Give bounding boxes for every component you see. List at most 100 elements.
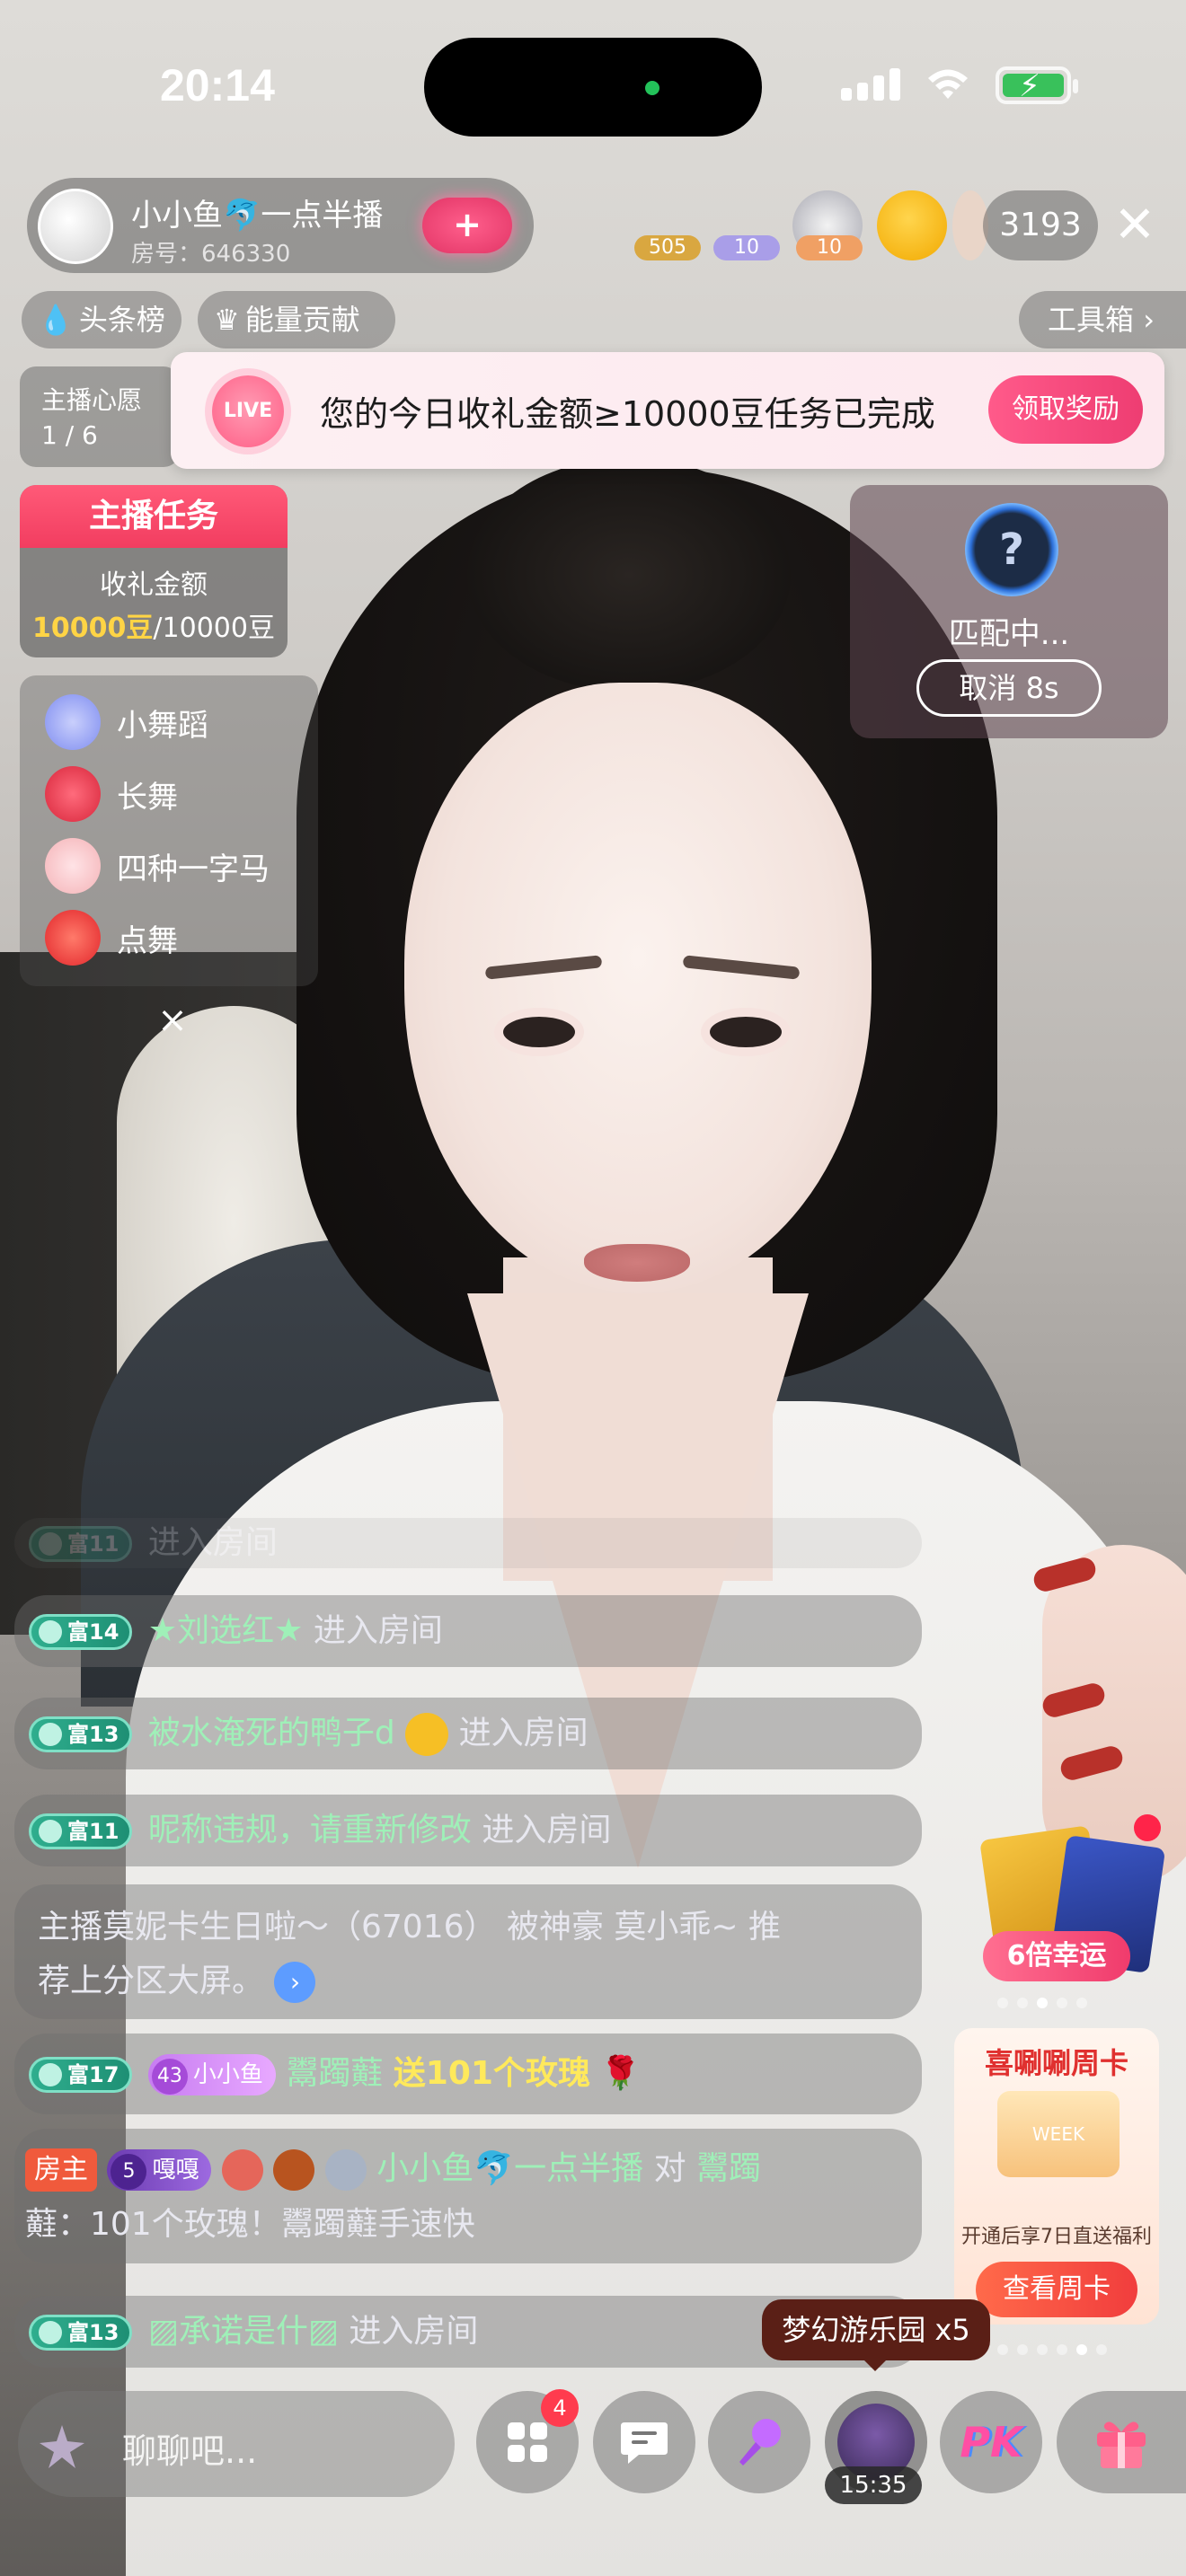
menu-notification-badge: 4 <box>541 2389 579 2427</box>
system-announcement[interactable]: 主播莫妮卡生日啦～（67016） 被神豪 莫小乖~ 推 荐上分区大屏。 › <box>14 1884 922 2019</box>
task-title: 主播任务 <box>20 485 288 548</box>
chat-text: 进入房间 <box>147 1524 278 1561</box>
matching-status: 匹配中... <box>948 616 1070 652</box>
weekly-card-desc: 开通后享7日直送福利 <box>961 2226 1152 2248</box>
wifi-icon <box>928 69 968 99</box>
anchor-avatar[interactable] <box>38 189 113 264</box>
chat-username[interactable]: ★刘选红★ <box>148 1612 304 1649</box>
question-mark-icon: ? <box>965 503 1058 596</box>
feather-wing-icon <box>40 2425 84 2468</box>
room-number: 房号：646330 <box>131 241 291 268</box>
toolbox-button[interactable]: 工具箱 › <box>1019 291 1186 348</box>
mic-button[interactable] <box>708 2391 810 2493</box>
cellular-signal-icon <box>841 68 900 101</box>
task-progress: 10000豆/10000豆 <box>20 605 288 645</box>
crown-icon: ♛ <box>214 303 240 337</box>
gift-text: 送101个玫瑰 <box>393 2055 590 2092</box>
banner-message: 您的今日收礼金额≥10000豆任务已完成 <box>320 394 935 434</box>
chat-username[interactable]: 鬻躅蘳 <box>286 2055 383 2092</box>
rich-level-badge: 富13 <box>29 1716 133 1752</box>
chat-text: 对 <box>653 2150 686 2187</box>
chat-message: 富14 ★刘选红★ 进入房间 <box>14 1595 922 1667</box>
message-icon <box>621 2422 668 2464</box>
owner-message: 房主 5 嘎嘎 小小鱼🐬一点半播 对 鬻躅 蘳：101个玫瑰！鬻躅蘳手速快 <box>14 2129 922 2263</box>
charging-bolt-icon: ⚡ <box>1019 68 1040 104</box>
task-label: 收礼金额 <box>100 569 208 601</box>
headlines-button[interactable]: 💧 头条榜 <box>22 291 181 348</box>
chat-username[interactable]: ▨承诺是什▨ <box>148 2313 339 2350</box>
camera-indicator-icon <box>645 81 659 95</box>
follow-button[interactable]: + <box>422 198 512 253</box>
chat-text: 进入房间 <box>349 2313 479 2350</box>
owner-message-line: 房主 5 嘎嘎 小小鱼🐬一点半播 对 鬻躅 <box>25 2141 911 2197</box>
pk-button[interactable]: PK <box>940 2391 1042 2493</box>
energy-contribution-button[interactable]: ♛ 能量贡献 <box>198 291 395 348</box>
viewer-avatar[interactable] <box>877 190 947 260</box>
fan-club-badge: 43 小小鱼 <box>147 2054 276 2095</box>
clock: 20:14 <box>160 60 275 110</box>
wish-title: 主播心愿 <box>41 385 143 415</box>
red-lips-icon <box>45 766 101 822</box>
rich-level-badge: 富11 <box>29 1813 133 1849</box>
dance-item[interactable]: 点舞 <box>45 909 178 966</box>
droplet-icon: 💧 <box>38 303 74 337</box>
crystal-shoe-icon <box>45 694 101 750</box>
chat-text: 进入房间 <box>313 1612 443 1649</box>
anchor-task-card[interactable]: 主播任务 收礼金额 10000豆/10000豆 <box>20 485 288 657</box>
dance-item[interactable]: 四种一字马 <box>45 837 270 895</box>
chat-message: 富11 进入房间 <box>14 1518 922 1568</box>
chat-username[interactable]: 小小鱼🐬一点半播 <box>376 2150 643 2187</box>
tooltip-arrow <box>863 2359 888 2371</box>
star-badge-icon <box>324 2149 367 2191</box>
viewer-level-badge: 10 <box>713 235 780 260</box>
streamer-bun <box>467 458 791 692</box>
message-button[interactable] <box>593 2391 695 2493</box>
rich-level-badge: 富13 <box>29 2315 133 2351</box>
announcement-text: 荐上分区大屏。 <box>38 1963 265 1999</box>
eye <box>503 1017 575 1047</box>
close-icon[interactable]: × <box>153 1001 192 1040</box>
anchor-name: 小小鱼🐬一点半播 <box>131 198 384 234</box>
close-icon[interactable]: ✕ <box>1103 194 1166 257</box>
announcement-line-2: 荐上分区大屏。 › <box>38 1954 904 2008</box>
owner-tag: 房主 <box>25 2148 97 2192</box>
gift-button[interactable] <box>1057 2391 1186 2493</box>
task-progress-done: 10000豆 <box>32 613 154 644</box>
chat-message: 富11 昵称违规，请重新修改 进入房间 <box>14 1795 922 1866</box>
energy-label: 能量贡献 <box>244 303 360 337</box>
chat-text: 进入房间 <box>482 1812 612 1848</box>
task-progress-total: /10000豆 <box>153 613 275 644</box>
cancel-matching-button[interactable]: 取消 8s <box>916 659 1102 717</box>
heart-badge-icon <box>221 2149 263 2191</box>
toolbox-label: 工具箱 <box>1048 303 1135 337</box>
relieved-face-icon <box>405 1713 449 1756</box>
grid-icon <box>508 2422 547 2462</box>
live-icon: LIVE <box>212 375 284 447</box>
lucky-multiplier-label[interactable]: 6倍幸运 <box>983 1931 1130 1981</box>
view-weekly-card-button[interactable]: 查看周卡 <box>976 2262 1137 2317</box>
red-car-icon <box>45 910 101 966</box>
announcement-line: 主播莫妮卡生日啦～（67016） 被神豪 莫小乖~ 推 <box>38 1909 782 1945</box>
chat-input-placeholder: 聊聊吧... <box>122 2431 258 2471</box>
viewer-count[interactable]: 3193 <box>983 190 1098 260</box>
chat-target-username[interactable]: 鬻躅 <box>696 2150 761 2187</box>
gift-combo-tooltip: 梦幻游乐园 x5 <box>762 2299 990 2360</box>
chat-text: 进入房间 <box>458 1715 589 1751</box>
battery-tip <box>1073 79 1078 93</box>
notification-dot <box>1134 1814 1161 1841</box>
dance-item-label: 点舞 <box>117 922 178 959</box>
viewer-level-badge: 10 <box>796 235 863 260</box>
dance-item[interactable]: 长舞 <box>45 765 178 823</box>
dance-item[interactable]: 小舞蹈 <box>45 693 208 751</box>
chat-message: 富13 被水淹死的鸭子d 进入房间 <box>14 1698 922 1769</box>
rose-icon: 🌹 <box>600 2055 642 2092</box>
status-bar: 20:14 ⚡ <box>0 0 1186 144</box>
chat-username[interactable]: 被水淹死的鸭子d <box>148 1715 395 1751</box>
headlines-label: 头条榜 <box>78 303 165 337</box>
dancer-icon <box>45 838 101 894</box>
gift-message: 富17 43 小小鱼 鬻躅蘳 送101个玫瑰 🌹 <box>14 2033 922 2114</box>
dance-item-label: 四种一字马 <box>117 851 270 887</box>
claim-reward-button[interactable]: 领取奖励 <box>988 375 1143 444</box>
arrow-right-icon[interactable]: › <box>274 1962 316 2003</box>
chat-username[interactable]: 昵称违规，请重新修改 <box>148 1812 472 1848</box>
